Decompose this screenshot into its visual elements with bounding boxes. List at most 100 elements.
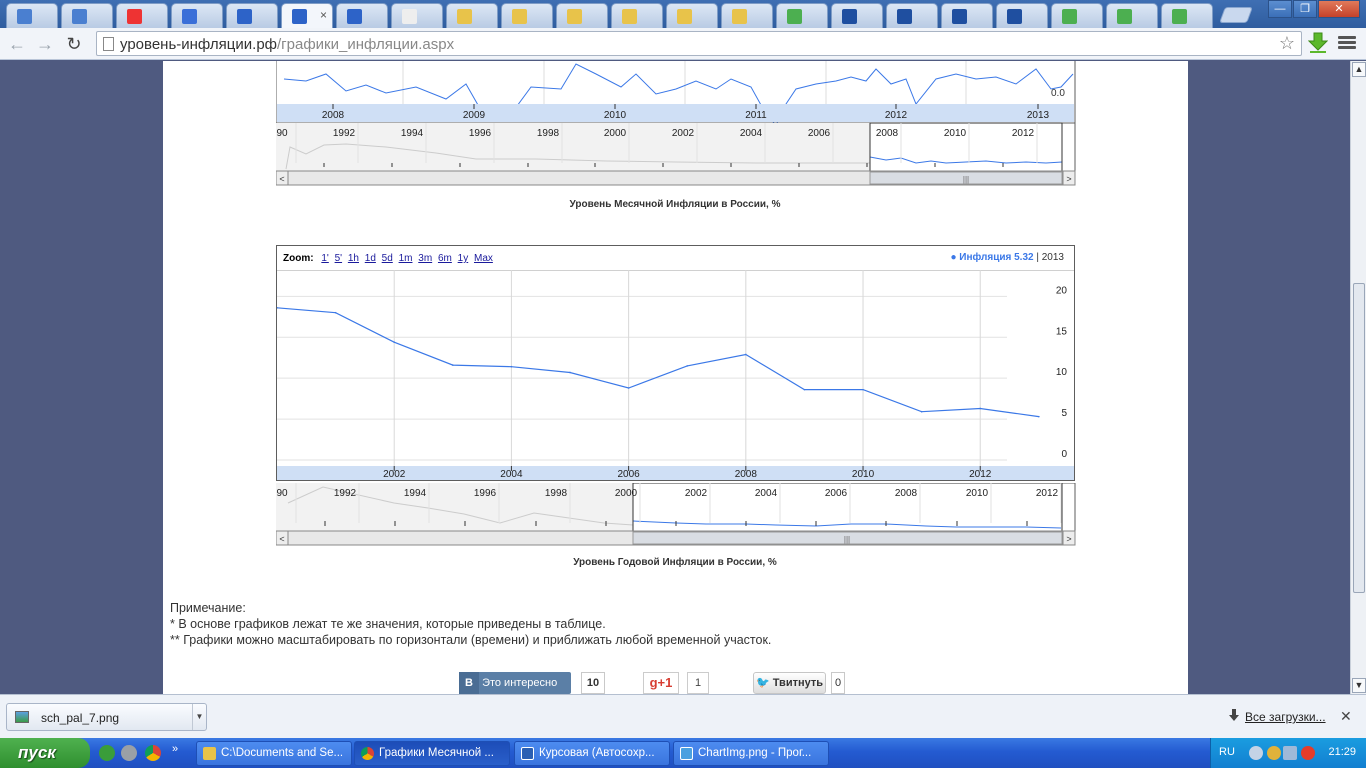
vk-like-button[interactable]: В Это интересно — [459, 672, 571, 694]
download-item-menu[interactable]: ▼ — [192, 704, 206, 730]
data-point — [803, 388, 806, 391]
nav-axis-label: 2008 — [895, 488, 918, 499]
zoom-option[interactable]: 5' — [335, 253, 342, 264]
data-point — [393, 341, 396, 343]
taskbar-item[interactable]: Курсовая (Автосохр... — [514, 741, 670, 766]
chrome-icon — [361, 747, 374, 760]
browser-tab[interactable] — [721, 3, 773, 28]
network-icon[interactable] — [1283, 746, 1297, 760]
tray-back-icon[interactable] — [1249, 746, 1263, 760]
favicon-icon — [677, 9, 692, 24]
address-bar[interactable]: уровень-инфляции.рф/графики_инфляции.asp… — [96, 31, 1302, 56]
forward-button[interactable]: → — [33, 33, 57, 55]
x-tick-label: 2008 — [735, 469, 758, 480]
scroll-down-button[interactable]: ▼ — [1352, 678, 1366, 693]
zoom-option[interactable]: 1m — [399, 253, 413, 264]
quicklaunch-more-icon[interactable]: » — [172, 743, 178, 755]
browser-tab[interactable] — [996, 3, 1048, 28]
task-label: C:\Documents and Se... — [221, 747, 344, 759]
browser-tab[interactable] — [886, 3, 938, 28]
zoom-option[interactable]: Max — [474, 253, 493, 264]
browser-tab[interactable] — [501, 3, 553, 28]
download-extension-icon[interactable] — [1308, 32, 1328, 54]
minimize-button[interactable]: — — [1268, 0, 1292, 18]
browser-tab[interactable] — [446, 3, 498, 28]
browser-tab[interactable] — [941, 3, 993, 28]
browser-tab[interactable] — [666, 3, 718, 28]
alert-icon[interactable] — [1301, 746, 1315, 760]
x-tick-label: 2013 — [1027, 110, 1050, 121]
restore-button[interactable]: ❐ — [1293, 0, 1317, 18]
utorrent-icon[interactable] — [99, 745, 115, 761]
nav-axis-label: 2002 — [685, 488, 708, 499]
browser-tab[interactable] — [1161, 3, 1213, 28]
zoom-option[interactable]: 5d — [382, 253, 393, 264]
data-point — [862, 388, 864, 391]
annual-plot-area[interactable]: 0 5 10 15 20 2002 2004 2006 2008 2010 2012 — [277, 270, 1074, 480]
browser-tab[interactable] — [611, 3, 663, 28]
browser-tab[interactable] — [336, 3, 388, 28]
scroll-thumb[interactable] — [1353, 283, 1365, 593]
all-downloads-link[interactable]: Все загрузки... — [1245, 710, 1326, 724]
taskbar-item[interactable]: C:\Documents and Se... — [196, 741, 352, 766]
zoom-option[interactable]: 1' — [321, 253, 328, 264]
start-button[interactable]: пуск — [0, 738, 90, 768]
zoom-option[interactable]: 1d — [365, 253, 376, 264]
zoom-option[interactable]: 3m — [418, 253, 432, 264]
bookmark-star-icon[interactable]: ☆ — [1279, 33, 1295, 54]
reload-button[interactable]: ↻ — [62, 33, 86, 55]
url-path: /графики_инфляции.aspx — [277, 36, 455, 53]
legend-year: 2013 — [1041, 252, 1064, 263]
svg-text:<: < — [279, 534, 284, 544]
browser-tab[interactable] — [6, 3, 58, 28]
new-tab-button[interactable] — [1219, 7, 1253, 23]
browser-tab[interactable] — [831, 3, 883, 28]
taskbar-item[interactable]: ChartImg.png - Прог... — [673, 741, 829, 766]
browser-tab[interactable] — [391, 3, 443, 28]
svg-text:>: > — [1066, 534, 1071, 544]
notes-line: * В основе графиков лежат те же значения… — [170, 617, 606, 631]
chrome-icon[interactable] — [145, 745, 161, 761]
shelf-close-button[interactable]: ✕ — [1340, 708, 1352, 725]
annual-inflation-chart[interactable]: Zoom: 1' 5' 1h 1d 5d 1m 3m 6m 1y Max ● И… — [276, 245, 1075, 481]
browser-tab[interactable] — [226, 3, 278, 28]
data-point — [745, 353, 747, 356]
tab-close-icon[interactable]: × — [320, 8, 327, 22]
favicon-icon — [1117, 9, 1132, 24]
data-point — [1038, 415, 1040, 418]
zoom-option[interactable]: 1h — [348, 253, 359, 264]
browser-tab[interactable] — [776, 3, 828, 28]
annual-navigator[interactable]: 90 1992 1994 1996 1998 2000 2002 2004 2006 2008 20… — [276, 483, 1076, 547]
y-tick-label: 15 — [1056, 326, 1068, 337]
zoom-option[interactable]: 1y — [458, 253, 469, 264]
tray-app-icon[interactable] — [1267, 746, 1281, 760]
browser-tab[interactable] — [1051, 3, 1103, 28]
browser-tab[interactable] — [171, 3, 223, 28]
language-indicator[interactable]: RU — [1219, 746, 1235, 758]
monthly-inflation-chart[interactable]: 2008 2009 2010 2011 2012 2013 0.0 90 1992 1994 1… — [276, 61, 1076, 187]
favicon-icon — [402, 9, 417, 24]
browser-tab[interactable] — [556, 3, 608, 28]
zoom-option[interactable]: 6m — [438, 253, 452, 264]
x-tick-label: 2010 — [852, 469, 875, 480]
page-content: 2008 2009 2010 2011 2012 2013 0.0 90 1992 1994 1… — [163, 61, 1188, 694]
scroll-up-button[interactable]: ▲ — [1352, 62, 1366, 77]
taskbar-item[interactable]: Графики Месячной ... — [354, 741, 510, 766]
browser-tab[interactable] — [61, 3, 113, 28]
tweet-button[interactable]: 🐦 Твитнуть — [753, 672, 826, 694]
download-item[interactable]: sch_pal_7.png ▼ — [6, 703, 207, 731]
settings-icon[interactable] — [121, 745, 137, 761]
browser-tab-active[interactable]: × — [281, 3, 333, 28]
x-tick-label: 2012 — [885, 110, 908, 121]
browser-tab[interactable] — [1106, 3, 1158, 28]
gplus-count: 1 — [687, 672, 709, 694]
x-tick-label: 2010 — [604, 110, 627, 121]
page-scrollbar[interactable]: ▲ ▼ — [1350, 61, 1366, 694]
back-button[interactable]: ← — [5, 33, 29, 55]
browser-tab[interactable] — [116, 3, 168, 28]
browser-menu-button[interactable] — [1338, 36, 1356, 52]
legend-sep: | — [1036, 252, 1039, 263]
gplus-button[interactable]: g+1 — [643, 672, 679, 694]
window-close-button[interactable]: ✕ — [1318, 0, 1360, 18]
task-label: ChartImg.png - Прог... — [698, 747, 812, 759]
